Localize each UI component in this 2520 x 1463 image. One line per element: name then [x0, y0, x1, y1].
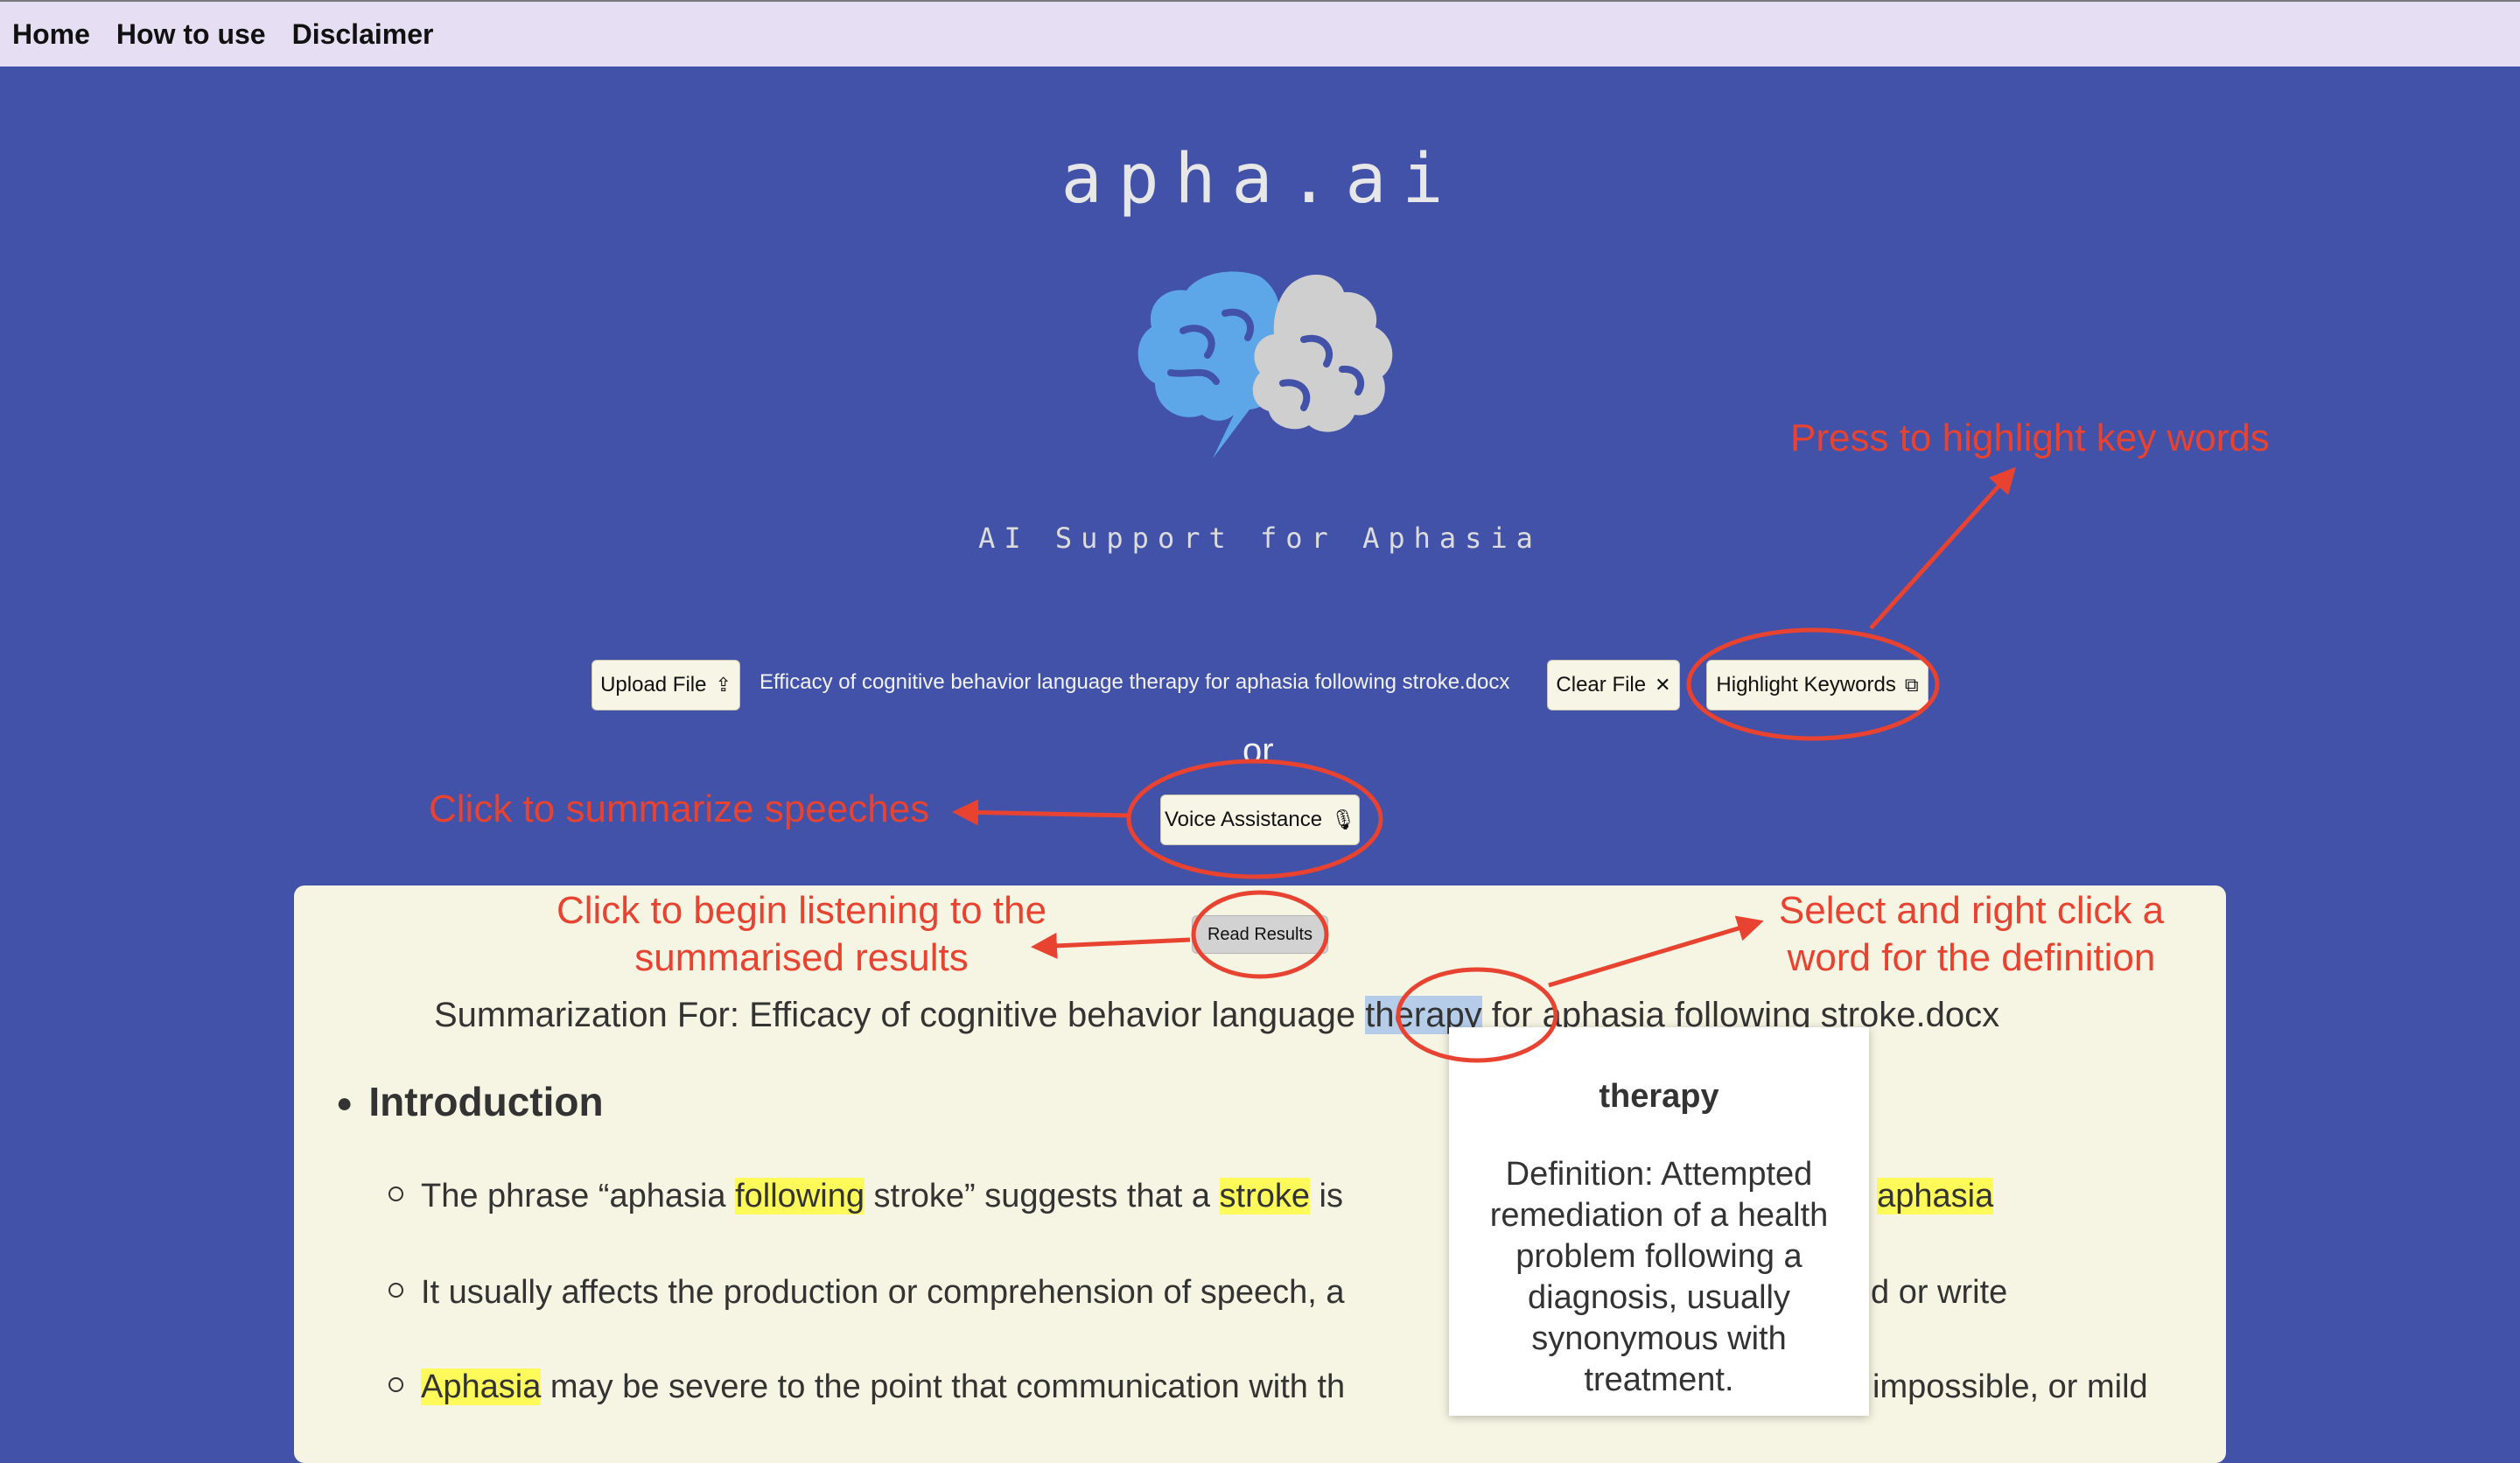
clear-file-button[interactable]: Clear File ✕	[1547, 660, 1680, 710]
or-separator: or	[1242, 732, 1274, 770]
upload-file-label: Upload File	[600, 673, 707, 696]
list-item: The phrase “aphasia following stroke” su…	[388, 1178, 1343, 1215]
list-bullet	[388, 1377, 403, 1392]
highlighted-keyword: following	[735, 1178, 864, 1214]
annotation-voice: Click to summarize speeches	[429, 788, 930, 830]
upload-file-button[interactable]: Upload File ⇪	[592, 660, 740, 710]
bullet: ●	[336, 1087, 354, 1118]
line-text: is	[1310, 1178, 1343, 1214]
list-item: It usually affects the production or com…	[388, 1274, 1344, 1312]
line-text: may be severe to the point that communic…	[541, 1368, 1346, 1405]
brain-logo-icon	[1138, 271, 1393, 458]
annotation-define: Select and right click a word for the de…	[1759, 887, 2184, 982]
top-nav: Home How to use Disclaimer	[0, 0, 2520, 66]
microphone-icon: 🎙	[1331, 808, 1356, 830]
list-item-tail: f aphasia	[1858, 1178, 1994, 1215]
annotation-read: Click to begin listening to the summaris…	[544, 887, 1059, 982]
list-bullet	[388, 1283, 403, 1298]
summary-prefix: Summarization For: Efficacy of cognitive…	[434, 996, 1366, 1034]
annotation-define-line2: word for the definition	[1787, 936, 2156, 979]
section-heading-text: Introduction	[368, 1079, 604, 1124]
nav-home-link[interactable]: Home	[12, 18, 90, 51]
highlighted-keyword: stroke	[1219, 1178, 1310, 1214]
annotation-read-line2: summarised results	[634, 936, 969, 979]
definition-popup: therapy Definition: Attempted remediatio…	[1449, 1027, 1869, 1416]
selected-filename: Efficacy of cognitive behavior language …	[760, 670, 1510, 694]
definition-word: therapy	[1599, 1078, 1719, 1115]
highlight-keywords-button[interactable]: Highlight Keywords ⧉	[1706, 660, 1928, 710]
app-title: apha.ai	[1060, 140, 1460, 219]
close-icon: ✕	[1655, 674, 1671, 696]
clear-file-label: Clear File	[1556, 673, 1647, 696]
list-item-tail: impossible, or mild	[1872, 1368, 2148, 1405]
highlighted-keyword: aphasia	[1877, 1178, 1994, 1214]
section-heading: ● Introduction	[336, 1078, 604, 1125]
voice-arrow	[952, 799, 1130, 826]
definition-text: Definition: Attempted remediation of a h…	[1489, 1156, 1829, 1398]
voice-assistance-button[interactable]: Voice Assistance 🎙	[1160, 794, 1360, 845]
highlighted-keyword: Aphasia	[421, 1368, 542, 1405]
list-bullet	[388, 1186, 403, 1201]
line-text: stroke” suggests that a	[864, 1178, 1220, 1214]
copy-icon: ⧉	[1904, 674, 1919, 696]
list-item-tail: d or write	[1871, 1274, 2008, 1311]
line-text: It usually affects the production or com…	[421, 1274, 1345, 1311]
read-results-button[interactable]: Read Results	[1192, 915, 1328, 954]
app-subtitle: AI Support for Aphasia	[978, 522, 1542, 555]
nav-disclaimer-link[interactable]: Disclaimer	[292, 18, 434, 51]
nav-how-to-use-link[interactable]: How to use	[116, 18, 266, 51]
list-item: Aphasia may be severe to the point that …	[388, 1368, 1345, 1406]
annotation-highlight: Press to highlight key words	[1790, 416, 2270, 459]
highlight-keywords-label: Highlight Keywords	[1716, 673, 1896, 696]
annotation-read-line1: Click to begin listening to the	[556, 889, 1047, 932]
voice-assistance-label: Voice Assistance	[1164, 808, 1323, 831]
upload-icon: ⇪	[715, 674, 732, 696]
line-text: The phrase “aphasia	[421, 1178, 736, 1214]
annotation-define-line1: Select and right click a	[1778, 889, 2165, 932]
